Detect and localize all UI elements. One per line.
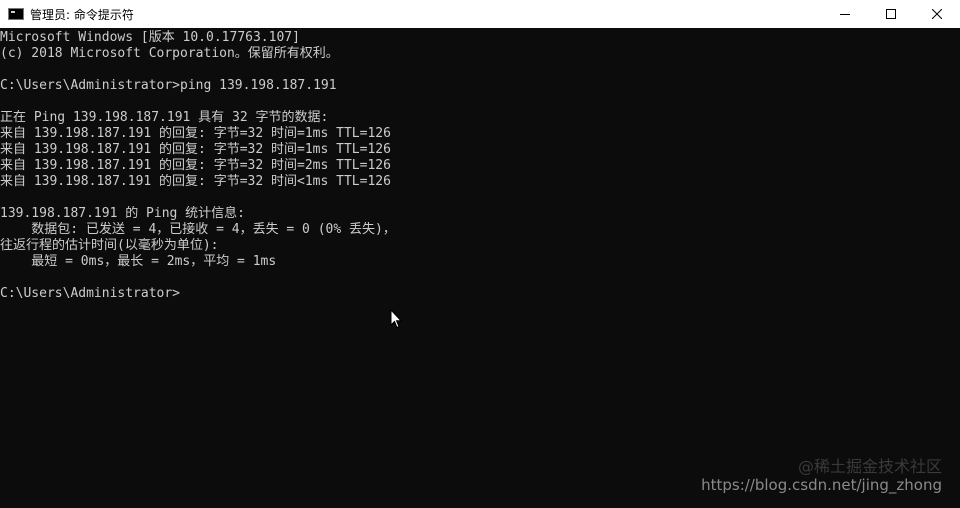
- cmd-window: 管理员: 命令提示符 Microsoft Windows [版本 10.0.17…: [0, 0, 960, 508]
- console-line: 139.198.187.191 的 Ping 统计信息:: [0, 206, 246, 221]
- console-line: 来自 139.198.187.191 的回复: 字节=32 时间<1ms TTL…: [0, 174, 391, 189]
- maximize-icon: [886, 9, 896, 19]
- close-button[interactable]: [914, 0, 960, 28]
- console-line: 数据包: 已发送 = 4，已接收 = 4，丢失 = 0 (0% 丢失)，: [0, 222, 396, 237]
- console-line: 来自 139.198.187.191 的回复: 字节=32 时间=1ms TTL…: [0, 126, 391, 141]
- console-line: 来自 139.198.187.191 的回复: 字节=32 时间=2ms TTL…: [0, 158, 391, 173]
- watermark: @稀土掘金技术社区 https://blog.csdn.net/jing_zho…: [701, 457, 942, 495]
- console-line: (c) 2018 Microsoft Corporation。保留所有权利。: [0, 46, 339, 61]
- console-line: 往返行程的估计时间(以毫秒为单位):: [0, 238, 219, 253]
- title-bar[interactable]: 管理员: 命令提示符: [0, 0, 960, 28]
- window-title: 管理员: 命令提示符: [30, 7, 134, 22]
- console-line: 正在 Ping 139.198.187.191 具有 32 字节的数据:: [0, 110, 329, 125]
- watermark-url: https://blog.csdn.net/jing_zhong: [701, 476, 942, 494]
- caption-buttons: [822, 0, 960, 28]
- mouse-pointer-icon: [390, 309, 402, 329]
- console-line: 最短 = 0ms，最长 = 2ms，平均 = 1ms: [0, 254, 277, 269]
- cmd-icon[interactable]: [8, 8, 24, 20]
- maximize-button[interactable]: [868, 0, 914, 28]
- minimize-icon: [840, 14, 850, 15]
- minimize-button[interactable]: [822, 0, 868, 28]
- watermark-site: @稀土掘金技术社区: [797, 457, 942, 476]
- console-line: C:\Users\Administrator>ping 139.198.187.…: [0, 78, 337, 93]
- console-output[interactable]: Microsoft Windows [版本 10.0.17763.107] (c…: [0, 30, 960, 508]
- close-icon: [932, 9, 942, 19]
- console-line: Microsoft Windows [版本 10.0.17763.107]: [0, 30, 300, 45]
- console-line: 来自 139.198.187.191 的回复: 字节=32 时间=1ms TTL…: [0, 142, 391, 157]
- console-prompt: C:\Users\Administrator>: [0, 286, 181, 301]
